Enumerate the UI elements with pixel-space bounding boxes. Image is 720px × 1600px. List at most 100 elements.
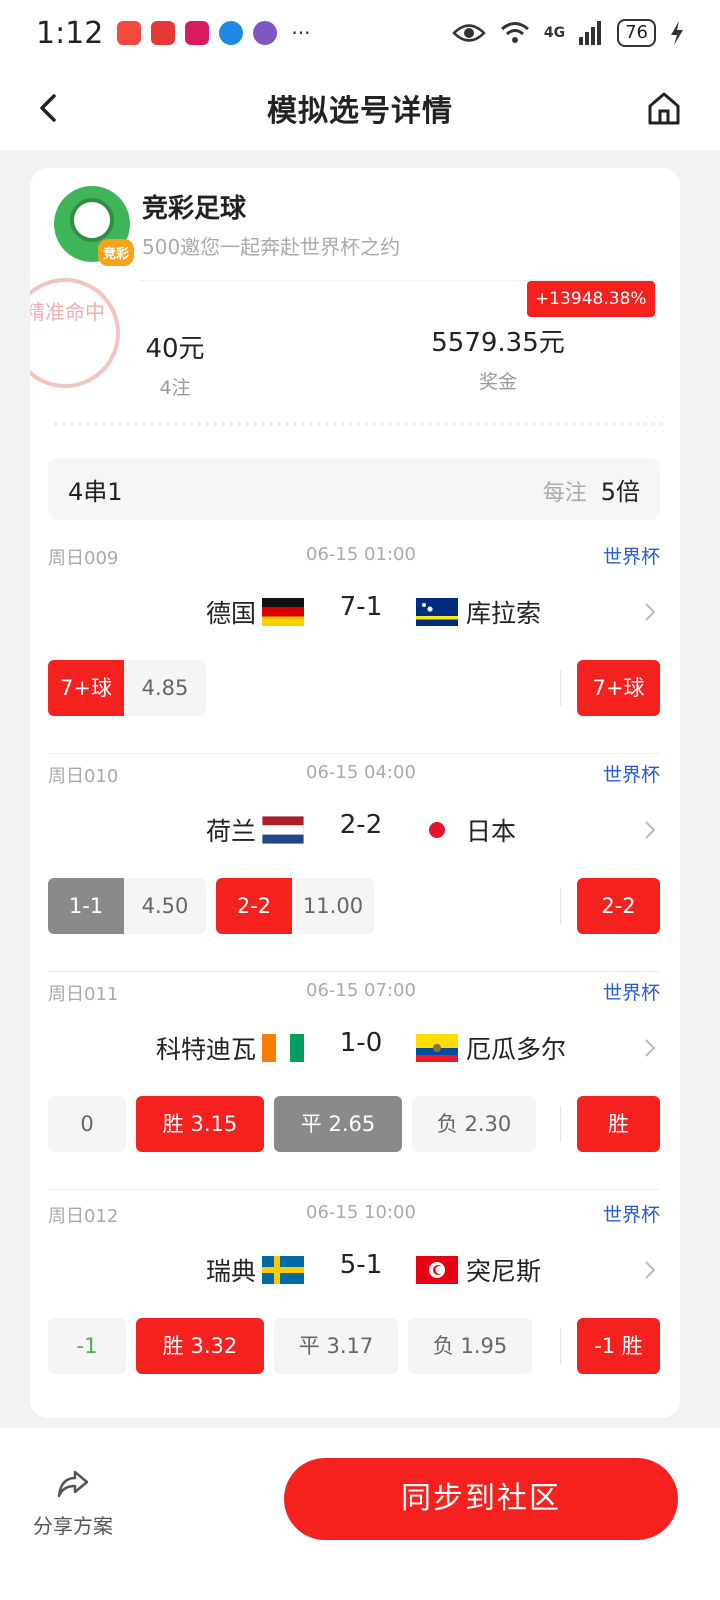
vertical-divider [560,670,561,706]
match-time: 06-15 04:00 [306,762,416,783]
share-icon [57,1470,89,1498]
match-result: -1 胜 [577,1318,660,1374]
home-team: 科特迪瓦 [155,1035,256,1064]
match-score: 2-2 [339,810,383,840]
home-team: 德国 [205,599,256,628]
status-app-icons: ··· [117,21,310,45]
prize-stat: 5579.35元 奖金 [430,322,566,394]
pick-odds: 4.85 [124,660,206,716]
game-app-icon [253,21,278,45]
browser-app-icon [219,21,244,45]
pick-label: 2-2 [216,878,292,934]
bottom-action-bar: 分享方案 同步到社区 [0,1428,720,1600]
option-win: 胜 3.15 [136,1096,264,1152]
match-card[interactable]: 周日011 06-15 07:00 世界杯 科特迪瓦 1-0 厄瓜多尔 0 胜 … [48,970,660,1190]
match-code: 周日009 [48,548,119,569]
away-team: 突尼斯 [466,1257,542,1286]
page-title: 模拟选号详情 [267,94,453,129]
status-indicators: 4G 76 [452,19,684,47]
book-app-icon [151,21,176,45]
match-result: 胜 [577,1096,660,1152]
match-teams: 德国 7-1 库拉索 [48,582,660,642]
league-label: 世界杯 [602,546,660,568]
amount-stat: 40元 4注 [130,328,220,400]
ivory-coast-flag-icon [262,1034,304,1062]
chevron-right-icon[interactable] [642,818,658,842]
option-lose: 负 2.30 [412,1096,536,1152]
handicap-value: -1 [48,1318,126,1374]
option-draw: 平 2.65 [274,1096,402,1152]
pick-odds: 4.50 [124,878,206,934]
chevron-right-icon[interactable] [642,600,658,624]
away-team: 库拉索 [466,599,542,628]
vertical-divider [560,1328,561,1364]
back-icon[interactable] [30,88,70,128]
match-card[interactable]: 周日012 06-15 10:00 世界杯 瑞典 5-1 突尼斯 -1 胜 3.… [48,1192,660,1412]
logo-badge: 竞彩 [97,239,134,266]
away-team: 厄瓜多尔 [466,1035,567,1064]
bet-info-bar: 4串1 每注 5倍 [48,458,660,520]
signal-icon [579,21,602,45]
return-percent-badge: +13948.38% [527,281,655,317]
sync-to-community-button[interactable]: 同步到社区 [284,1458,678,1540]
match-time: 06-15 01:00 [306,544,416,565]
prize-label: 奖金 [478,371,517,393]
match-card[interactable]: 周日010 06-15 04:00 世界杯 荷兰 2-2 日本 1-1 4.50… [48,752,660,972]
league-label: 世界杯 [602,764,660,786]
bets-count: 4注 [159,377,191,399]
ecuador-flag-icon [416,1034,458,1062]
match-result: 2-2 [577,878,660,934]
plan-card: 竞彩 竞彩足球 500邀您一起奔赴世界杯之约 精准命中 40元 4注 5579.… [30,168,680,1418]
japan-flag-icon [429,822,445,838]
lottery-header: 竞彩 竞彩足球 500邀您一起奔赴世界杯之约 [54,186,401,266]
match-score: 5-1 [339,1250,383,1280]
divider [48,1189,660,1190]
match-teams: 荷兰 2-2 日本 [48,800,660,860]
pick-label: 7+球 [48,660,124,716]
status-time: 1:12 [36,15,104,51]
germany-flag-icon [262,598,304,626]
multiplier-value: 5倍 [600,477,640,506]
match-score: 1-0 [339,1028,383,1058]
charging-icon [671,21,683,45]
match-time: 06-15 07:00 [306,980,416,1001]
dotted-divider [54,422,664,426]
home-team: 荷兰 [205,817,256,846]
match-code: 周日011 [48,984,119,1005]
pick-odds: 11.00 [292,878,374,934]
match-code: 周日010 [48,766,119,787]
home-icon[interactable] [644,88,684,128]
league-label: 世界杯 [602,1204,660,1226]
match-card[interactable]: 周日009 06-15 01:00 世界杯 德国 7-1 库拉索 7+球 4.8… [48,534,660,754]
share-button[interactable]: 分享方案 [28,1464,118,1539]
option-lose: 负 1.95 [408,1318,532,1374]
football-icon [70,198,114,242]
match-time: 06-15 10:00 [306,1202,416,1223]
handicap-value: 0 [48,1096,126,1152]
status-bar: 1:12 ··· 4G 76 [0,0,720,66]
match-code: 周日012 [48,1206,119,1227]
lottery-slogan: 500邀您一起奔赴世界杯之约 [142,235,401,259]
curacao-flag-icon [416,598,458,626]
option-win: 胜 3.32 [136,1318,264,1374]
match-teams: 瑞典 5-1 突尼斯 [48,1240,660,1300]
sweden-flag-icon [262,1256,304,1284]
chevron-right-icon[interactable] [642,1258,658,1282]
away-team: 日本 [466,817,517,846]
home-team: 瑞典 [205,1257,256,1286]
netherlands-flag-icon [262,816,304,844]
match-teams: 科特迪瓦 1-0 厄瓜多尔 [48,1018,660,1078]
vertical-divider [560,888,561,924]
multiplier-label: 每注 [542,480,587,506]
prize-value: 5579.35元 [431,328,565,358]
nav-bar: 模拟选号详情 [0,66,720,150]
option-draw: 平 3.17 [274,1318,398,1374]
wifi-icon [500,22,529,43]
store-app-icon [185,21,210,45]
match-score: 7-1 [339,592,383,622]
bet-type: 4串1 [68,477,123,506]
chevron-right-icon[interactable] [642,1036,658,1060]
eye-icon [452,24,486,42]
league-label: 世界杯 [602,982,660,1004]
share-label: 分享方案 [33,1514,113,1538]
